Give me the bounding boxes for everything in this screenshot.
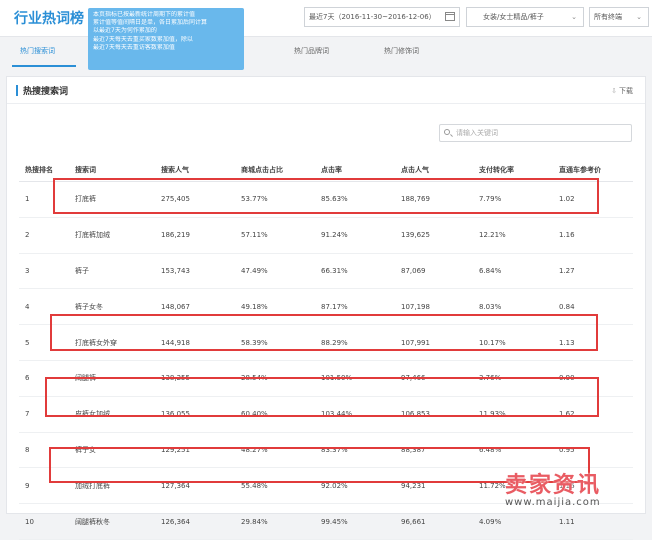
tooltip-line: 以最近7天为何作累加的 (93, 27, 157, 35)
ad-price-cell: 1.11 (553, 503, 633, 540)
ad-price-cell: 1.16 (553, 217, 633, 254)
click-rate-cell: 99.45% (315, 503, 395, 540)
mall-click-share-cell: 29.84% (235, 503, 315, 540)
date-range-select[interactable]: 最近7天（2016-11-30~2016-12-06） (304, 7, 460, 27)
mall-click-share-cell: 57.11% (235, 217, 315, 254)
watermark-logo: 卖家资讯 www.maijia.com (505, 467, 601, 508)
terminal-value: 所有终端 (594, 13, 622, 21)
click-rate-cell: 66.31% (315, 253, 395, 290)
highlight-box-row-5 (50, 314, 598, 351)
keyword-link[interactable]: 打底裤加绒 (69, 217, 155, 254)
search-popularity-cell: 186,219 (155, 217, 235, 254)
chevron-down-icon: ⌄ (571, 13, 577, 21)
page-title: 行业热词榜 (14, 11, 84, 27)
watermark-text: 卖家资讯 (505, 473, 602, 498)
click-popularity-cell: 96,661 (395, 503, 473, 540)
info-tooltip: 本页指标已按最新统计周期下的累计值 累计值等值间隔日是单，各日累加后同计算 以最… (88, 8, 244, 70)
mall-click-share-cell: 47.49% (235, 253, 315, 290)
watermark-url: www.maijia.com (505, 497, 601, 508)
keyword-link[interactable]: 阔腿裤秋冬 (69, 503, 155, 540)
category-value: 女装/女士精品/裤子 (483, 13, 544, 21)
tooltip-line: 本页指标已按最新统计周期下的累计值 (93, 11, 196, 18)
table-row: 3 裤子 153,743 47.49% 66.31% 87,069 6.84% … (19, 253, 633, 290)
keyword-link[interactable]: 裤子 (69, 253, 155, 290)
rank-cell: 2 (19, 217, 69, 254)
table-row: 2 打底裤加绒 186,219 57.11% 91.24% 139,625 12… (19, 217, 633, 254)
panel-title: 热搜搜索词 (23, 87, 69, 97)
calendar-icon[interactable] (445, 12, 455, 21)
chevron-down-icon: ⌄ (636, 13, 642, 21)
tooltip-line: 最近7天每天去重访客数累加值 (93, 43, 175, 51)
date-range-value: 最近7天（2016-11-30~2016-12-06） (309, 13, 436, 21)
search-placeholder: 请输入关键词 (456, 129, 498, 137)
search-icon (444, 129, 450, 135)
search-popularity-cell: 153,743 (155, 253, 235, 290)
click-popularity-cell: 87,069 (395, 253, 473, 290)
rank-cell: 3 (19, 253, 69, 290)
tab-hot-modifier[interactable]: 热门修饰词 (384, 46, 419, 56)
search-popularity-cell: 126,364 (155, 503, 235, 540)
highlight-box-row-7 (45, 377, 599, 417)
tab-hot-search[interactable]: 热门搜索词 (20, 46, 55, 56)
click-popularity-cell: 139,625 (395, 217, 473, 254)
rank-cell: 10 (19, 503, 69, 540)
conversion-rate-cell: 12.21% (473, 217, 553, 254)
category-select[interactable]: 女装/女士精品/裤子 ⌄ (466, 7, 584, 27)
ad-price-cell: 1.27 (553, 253, 633, 290)
panel-header: 热搜搜索词 ⇩ 下载 (7, 77, 645, 104)
highlight-box-row-1 (53, 178, 599, 214)
search-input[interactable]: 请输入关键词 (439, 124, 632, 142)
tab-hot-brand[interactable]: 热门品牌词 (294, 46, 329, 56)
tooltip-line: 累计值等值间隔日是单，各日累加后同计算 (93, 19, 208, 27)
active-tab-indicator (12, 65, 76, 67)
download-button[interactable]: ⇩ 下载 (611, 86, 633, 96)
conversion-rate-cell: 6.84% (473, 253, 553, 290)
click-rate-cell: 91.24% (315, 217, 395, 254)
conversion-rate-cell: 4.09% (473, 503, 553, 540)
tooltip-line: 最近7天每天去重买家数累加值，除以 (93, 35, 193, 43)
terminal-select[interactable]: 所有终端 ⌄ (589, 7, 649, 27)
table-row: 10 阔腿裤秋冬 126,364 29.84% 99.45% 96,661 4.… (19, 503, 633, 540)
download-icon: ⇩ (611, 87, 617, 95)
download-label: 下载 (619, 87, 633, 95)
panel-accent-bar (16, 85, 18, 96)
